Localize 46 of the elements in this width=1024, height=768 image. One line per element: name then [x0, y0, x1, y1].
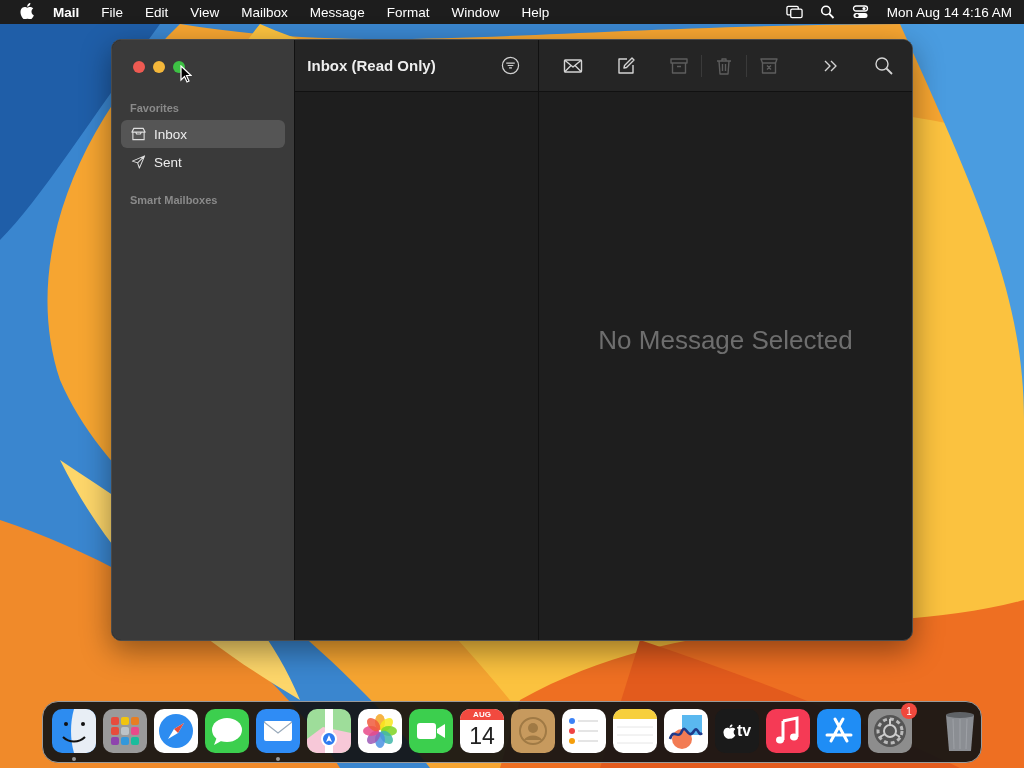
speech-bubble-icon[interactable] — [205, 709, 249, 753]
control-center-icon[interactable] — [851, 5, 869, 19]
video-camera-icon[interactable] — [409, 709, 453, 753]
checklist-icon[interactable] — [562, 709, 606, 753]
flower-icon[interactable] — [358, 709, 402, 753]
section-heading: Smart Mailboxes — [129, 193, 219, 208]
compose-icon[interactable] — [616, 55, 636, 76]
paper-plane-icon — [131, 155, 146, 169]
menu-item[interactable]: Help — [510, 4, 561, 20]
gear-icon[interactable] — [868, 709, 912, 753]
grid-icon[interactable] — [103, 709, 147, 753]
contact-card-icon[interactable] — [511, 709, 555, 753]
tv-icon[interactable]: tv — [715, 709, 759, 753]
apple-logo-icon[interactable] — [20, 2, 34, 19]
app-store-icon[interactable] — [817, 709, 861, 753]
menu-item[interactable]: Format — [375, 4, 441, 20]
map-icon[interactable] — [307, 709, 351, 753]
search-icon[interactable] — [874, 55, 894, 76]
search-icon[interactable] — [818, 5, 836, 19]
menu-item[interactable]: Edit — [134, 4, 180, 20]
close-button[interactable] — [133, 61, 145, 73]
compass-icon[interactable] — [154, 709, 198, 753]
pointer-cursor-icon — [180, 65, 192, 83]
drawing-board-icon[interactable] — [664, 709, 708, 753]
section-heading: Favorites — [129, 101, 180, 116]
mailbox-title: Inbox (Read Only) — [307, 57, 436, 74]
calendar-icon[interactable]: AUG 14 — [460, 709, 504, 753]
menu-item[interactable]: Message — [298, 4, 376, 20]
menu-bar-clock[interactable]: Mon Aug 14 4:16 AM — [876, 4, 1012, 20]
envelope-icon[interactable] — [256, 709, 300, 753]
music-note-icon[interactable] — [766, 709, 810, 753]
menu-item[interactable]: Window — [440, 4, 511, 20]
screen-mirroring-icon[interactable] — [785, 5, 803, 19]
menu-item[interactable]: File — [90, 4, 135, 20]
menu-item[interactable]: Mailbox — [230, 4, 299, 20]
sidebar-item[interactable]: Sent — [121, 148, 286, 176]
face-icon[interactable] — [52, 709, 96, 753]
notification-badge: 1 — [901, 703, 917, 719]
notepad-icon[interactable] — [613, 709, 657, 753]
inbox-tray-icon — [131, 127, 146, 141]
minimize-button[interactable] — [153, 61, 165, 73]
sidebar-item[interactable]: Inbox — [121, 120, 286, 148]
empty-state-text: No Message Selected — [598, 324, 853, 356]
app-menu[interactable]: Mail — [42, 4, 91, 20]
menu-item[interactable]: View — [179, 4, 231, 20]
filter-icon[interactable] — [501, 56, 520, 75]
